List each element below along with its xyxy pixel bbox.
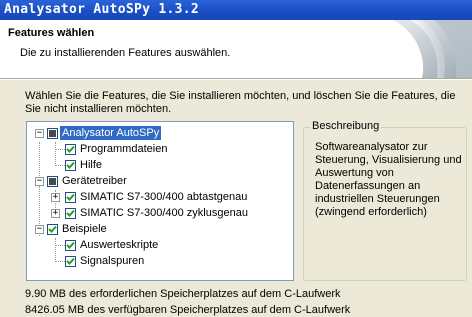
checkbox-checked[interactable] [65,256,76,267]
description-legend: Beschreibung [310,120,382,132]
tree-item-label: Analysator AutoSPy [58,125,163,141]
tree-item-signalspuren[interactable]: Signalspuren [27,254,293,270]
checkbox-checked[interactable] [65,208,76,219]
installer-banner-graphic [382,20,472,78]
tree-item-label: Programmdateien [80,143,168,155]
checkbox-partial[interactable] [47,176,58,187]
title-bar[interactable]: Analysator AutoSPy 1.3.2 [0,0,472,20]
tree-item-simatic-abtastgenau[interactable]: + SIMATIC S7-300/400 abtastgenau [27,190,293,206]
tree-item-label: Beispiele [62,223,107,235]
page-title: Features wählen [8,27,95,39]
checkbox-checked[interactable] [65,144,76,155]
expand-icon[interactable]: + [51,209,60,218]
tree-item-label: Auswerteskripte [80,239,159,251]
tree-item-label: Signalspuren [80,255,145,267]
tree-item-label: Hilfe [80,159,103,171]
tree-item-auswerteskripte[interactable]: Auswerteskripte [27,238,293,254]
tree-item-geraetetreiber[interactable]: − Gerätetreiber [27,174,293,190]
collapse-icon[interactable]: − [35,225,44,234]
required-space-text: 9.90 MB des erforderlichen Speicherplatz… [25,288,341,300]
checkbox-checked[interactable] [65,192,76,203]
checkbox-checked[interactable] [47,224,58,235]
tree-item-hilfe[interactable]: Hilfe [27,158,293,174]
tree-item-beispiele[interactable]: − Beispiele [27,222,293,238]
collapse-icon[interactable]: − [35,129,44,138]
window-title: Analysator AutoSPy 1.3.2 [4,2,200,17]
header-banner: Features wählen Die zu installierenden F… [0,20,472,78]
tree-item-analysator[interactable]: − Analysator AutoSPy [27,125,293,142]
tree-item-label: Gerätetreiber [62,175,127,187]
expand-icon[interactable]: + [51,193,60,202]
feature-tree[interactable]: − Analysator AutoSPy Programmdateien Hil… [26,121,294,281]
collapse-icon[interactable]: − [35,177,44,186]
tree-item-label: SIMATIC S7-300/400 abtastgenau [80,191,248,203]
tree-item-label: SIMATIC S7-300/400 zyklusgenau [80,207,248,219]
checkbox-checked[interactable] [65,240,76,251]
tree-item-programmdateien[interactable]: Programmdateien [27,142,293,158]
page-subtitle: Die zu installierenden Features auswähle… [20,47,231,59]
feature-description: Softwareanalysator zur Steuerung, Visual… [315,141,462,218]
header-separator [0,78,472,80]
tree-item-simatic-zyklusgenau[interactable]: + SIMATIC S7-300/400 zyklusgenau [27,206,293,222]
checkbox-checked[interactable] [65,160,76,171]
instruction-text: Wählen Sie die Features, die Sie install… [25,90,456,115]
checkbox-partial[interactable] [47,128,58,139]
available-space-text: 8426.05 MB des verfügbaren Speicherplatz… [25,304,351,316]
